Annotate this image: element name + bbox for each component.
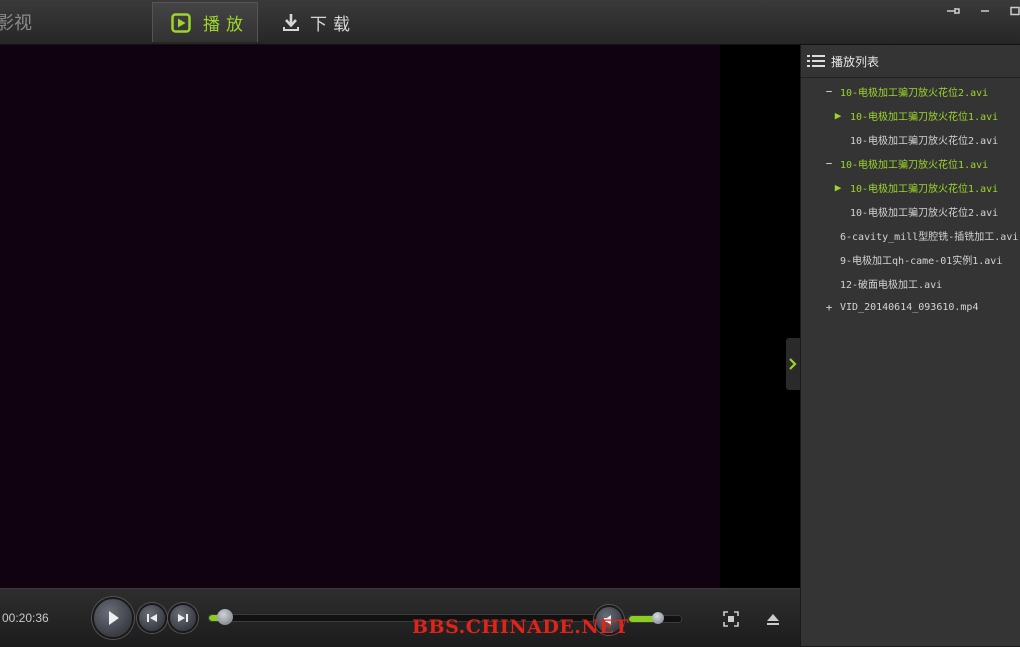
tab-download[interactable]: 下载: [280, 2, 370, 42]
playlist-item-label: 10-电极加工骗刀放火花位1.avi: [850, 183, 999, 195]
playlist-item[interactable]: 6-cavity_mill型腔铣-插铣加工.avi: [801, 223, 1020, 247]
playlist-item-label: 10-电极加工骗刀放火花位2.avi: [850, 207, 999, 219]
playlist-item-label: 12-破面电极加工.avi: [840, 279, 943, 291]
playlist-item[interactable]: −10-电极加工骗刀放火花位2.avi: [801, 79, 1020, 103]
maximize-icon[interactable]: [1005, 2, 1020, 20]
fullscreen-button[interactable]: [721, 609, 741, 629]
eject-button[interactable]: [763, 609, 783, 629]
play-icon: [105, 609, 121, 627]
tab-download-label: 下载: [310, 14, 356, 35]
playlist-item[interactable]: 10-电极加工骗刀放火花位2.avi: [801, 199, 1020, 223]
previous-button[interactable]: [137, 603, 167, 633]
playlist-item-label: 10-电极加工骗刀放火花位1.avi: [840, 159, 989, 171]
playlist-item-label: 10-电极加工骗刀放火花位1.avi: [850, 111, 999, 123]
playlist-item[interactable]: 9-电极加工qh-came-01实例1.avi: [801, 247, 1020, 271]
app-title: 影视: [0, 13, 32, 34]
playing-indicator-icon: ▶: [834, 180, 842, 194]
seek-handle[interactable]: [216, 609, 233, 625]
playlist-item[interactable]: 10-电极加工骗刀放火花位2.avi: [801, 127, 1020, 151]
download-icon: [282, 12, 300, 32]
title-bar: 影视 播放 下载: [0, 0, 1020, 45]
time-display: 00:20:36: [2, 611, 49, 625]
playlist-item[interactable]: ▶ 10-电极加工骗刀放火花位1.avi: [801, 103, 1020, 127]
control-bar: 00:20:36 BBS.CHINADE.NET: [0, 588, 800, 647]
playlist-item[interactable]: −10-电极加工骗刀放火花位1.avi: [801, 151, 1020, 175]
chevron-right-icon: [788, 357, 798, 371]
playlist-item-label: 9-电极加工qh-came-01实例1.avi: [840, 255, 1003, 267]
playlist-item-label: 10-电极加工骗刀放火花位2.avi: [840, 87, 989, 99]
playlist-panel: 播放列表 −10-电极加工骗刀放火花位2.avi ▶ 10-电极加工骗刀放火花位1.…: [800, 45, 1020, 646]
collapse-icon[interactable]: −: [823, 85, 835, 98]
video-letterbox: [720, 45, 800, 588]
playlist-header: 播放列表: [801, 45, 1020, 78]
watermark-text: BBS.CHINADE.NET: [412, 616, 629, 638]
expand-panel-toggle[interactable]: [786, 338, 800, 390]
skip-forward-icon: [177, 612, 189, 624]
play-button[interactable]: [92, 597, 134, 639]
skip-back-icon: [146, 612, 158, 624]
playlist-item[interactable]: ▶ 10-电极加工骗刀放火花位1.avi: [801, 175, 1020, 199]
tab-play-label: 播放: [203, 15, 249, 35]
playlist-item[interactable]: + VID_20140614_093610.mp4: [801, 295, 1020, 319]
playlist-item[interactable]: 12-破面电极加工.avi: [801, 271, 1020, 295]
playlist-items: −10-电极加工骗刀放火花位2.avi ▶ 10-电极加工骗刀放火花位1.avi 10…: [801, 79, 1020, 319]
play-icon: [171, 12, 191, 33]
playlist-item-label: 10-电极加工骗刀放火花位2.avi: [850, 135, 999, 147]
minimize-icon[interactable]: [975, 2, 995, 20]
next-button[interactable]: [168, 603, 198, 633]
playing-indicator-icon: ▶: [834, 108, 842, 122]
video-area[interactable]: [0, 45, 720, 588]
volume-slider[interactable]: [628, 612, 682, 624]
eject-icon: [766, 612, 780, 626]
tab-play[interactable]: 播放: [152, 2, 258, 42]
playlist-item-label: 6-cavity_mill型腔铣-插铣加工.avi: [840, 231, 1019, 243]
fullscreen-icon: [723, 611, 739, 627]
volume-handle[interactable]: [651, 612, 664, 624]
playlist-item-label: VID_20140614_093610.mp4: [840, 301, 979, 313]
collapse-icon[interactable]: −: [823, 157, 835, 170]
playlist-title: 播放列表: [831, 54, 880, 69]
pin-icon[interactable]: [943, 2, 963, 20]
list-icon: [807, 54, 825, 68]
expand-icon[interactable]: +: [823, 301, 835, 314]
